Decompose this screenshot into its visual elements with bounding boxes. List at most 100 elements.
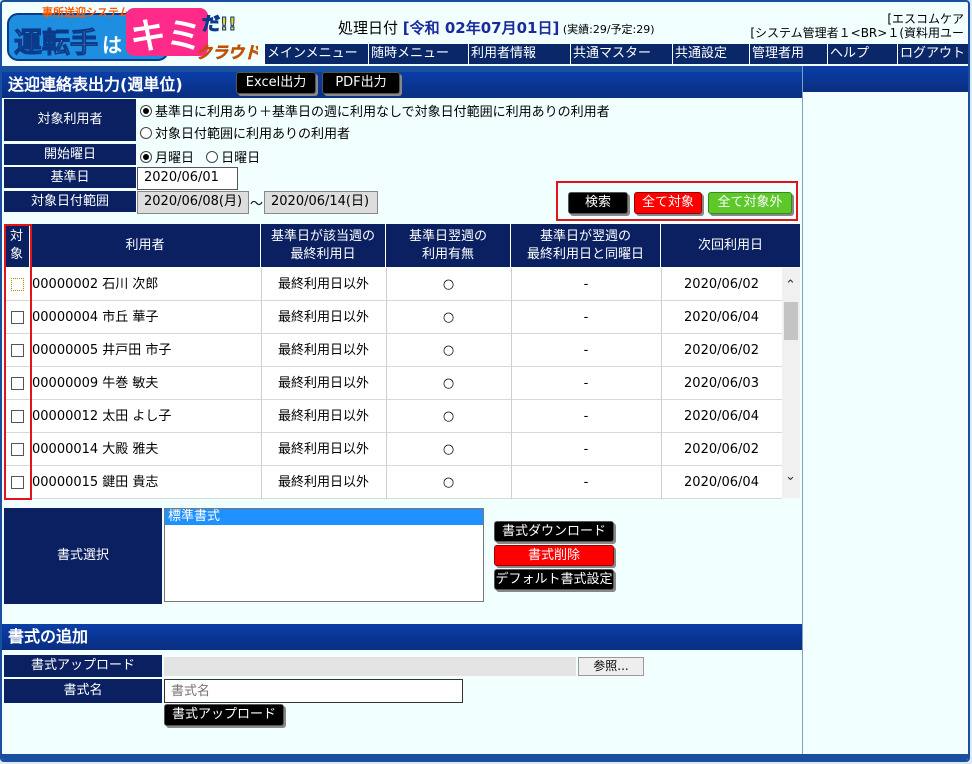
same-weekday-cell: - bbox=[583, 475, 589, 490]
radio-unchecked-icon[interactable] bbox=[140, 127, 152, 139]
last-use-cell: 最終利用日以外 bbox=[277, 442, 369, 457]
footer-bar bbox=[2, 754, 968, 760]
svg-text:キミ: キミ bbox=[130, 16, 202, 57]
same-weekday-cell: - bbox=[583, 409, 589, 424]
user-name-cell: 00000005 井戸田 市子 bbox=[32, 343, 172, 358]
next-week-cell: ○ bbox=[442, 442, 455, 457]
target-user-label: 対象利用者 bbox=[4, 99, 136, 141]
table-row: 00000002 石川 次郎 最終利用日以外 ○ - 2020/06/02 bbox=[4, 268, 782, 301]
next-week-cell: ○ bbox=[442, 409, 455, 424]
section-title-add-format: 書式の追加 bbox=[2, 624, 802, 650]
user-name-cell: 00000012 太田 よし子 bbox=[32, 409, 172, 424]
start-weekday-label: 開始曜日 bbox=[4, 144, 136, 165]
table-row: 00000009 牛巻 敏夫 最終利用日以外 ○ - 2020/06/03 bbox=[4, 367, 782, 400]
checkbox-column-highlight bbox=[4, 224, 32, 500]
next-week-cell: ○ bbox=[442, 277, 455, 292]
menu-help[interactable]: ヘルプ bbox=[827, 44, 897, 64]
format-upload-label: 書式アップロード bbox=[4, 655, 162, 677]
svg-text:運転手: 運転手 bbox=[14, 26, 98, 59]
main-menu: メインメニュー 随時メニュー 利用者情報 共通マスター 共通設定 管理者用 ヘル… bbox=[264, 44, 968, 64]
range-separator: 〜 bbox=[250, 197, 264, 212]
next-date-cell: 2020/06/03 bbox=[684, 376, 759, 391]
weekday-monday[interactable]: 月曜日 bbox=[140, 151, 194, 166]
user-name-cell: 00000015 鍵田 貴志 bbox=[32, 475, 159, 490]
user-info: [エスコムケア [システム管理者１<BR>１(資料用ユー bbox=[750, 12, 964, 40]
user-name: [システム管理者１<BR>１(資料用ユー bbox=[750, 26, 964, 40]
next-week-cell: ○ bbox=[442, 475, 455, 490]
next-date-cell: 2020/06/02 bbox=[684, 442, 759, 457]
last-use-cell: 最終利用日以外 bbox=[277, 277, 369, 292]
excel-output-button[interactable]: Excel出力 bbox=[236, 72, 316, 94]
menu-user-info[interactable]: 利用者情報 bbox=[468, 44, 570, 64]
select-all-button[interactable]: 全て対象 bbox=[634, 192, 702, 214]
weekday-options: 月曜日 日曜日 bbox=[140, 147, 260, 166]
table-row: 00000012 太田 よし子 最終利用日以外 ○ - 2020/06/04 bbox=[4, 400, 782, 433]
base-date-label: 基準日 bbox=[4, 167, 136, 188]
menu-logout[interactable]: ログアウト bbox=[897, 44, 968, 64]
col-user: 利用者 bbox=[30, 224, 261, 267]
user-name-cell: 00000014 大殿 雅夫 bbox=[32, 442, 159, 457]
format-select-label: 書式選択 bbox=[4, 508, 162, 604]
table-row: 00000014 大殿 雅夫 最終利用日以外 ○ - 2020/06/02 bbox=[4, 433, 782, 466]
app-logo: 事所送迎システム 運転手 は キミ だ!! クラウド bbox=[6, 4, 261, 64]
format-option-standard[interactable]: 標準書式 bbox=[165, 509, 483, 525]
menu-adhoc[interactable]: 随時メニュー bbox=[368, 44, 468, 64]
table-row: 00000005 井戸田 市子 最終利用日以外 ○ - 2020/06/02 bbox=[4, 334, 782, 367]
svg-text:だ!!: だ!! bbox=[202, 14, 236, 35]
last-use-cell: 最終利用日以外 bbox=[277, 409, 369, 424]
range-to-field: 2020/06/14(日) bbox=[264, 191, 378, 214]
radio-checked-icon[interactable] bbox=[140, 151, 152, 163]
deselect-all-button[interactable]: 全て対象外 bbox=[708, 192, 792, 214]
default-format-button[interactable]: デフォルト書式設定 bbox=[494, 569, 614, 590]
svg-text:は: は bbox=[102, 33, 122, 57]
next-week-cell: ○ bbox=[442, 310, 455, 325]
col-next-week: 基準日翌週の 利用有無 bbox=[386, 224, 511, 267]
scroll-down-icon[interactable]: ⌄ bbox=[785, 469, 796, 484]
col-last-use: 基準日が該当週の 最終利用日 bbox=[261, 224, 386, 267]
base-date-input[interactable]: 2020/06/01 bbox=[137, 167, 238, 190]
radio-unchecked-icon[interactable] bbox=[206, 151, 219, 163]
browse-button[interactable]: 参照... bbox=[578, 657, 644, 676]
pdf-output-button[interactable]: PDF出力 bbox=[322, 72, 400, 94]
file-path-field[interactable] bbox=[164, 657, 576, 676]
same-weekday-cell: - bbox=[583, 310, 589, 325]
search-button[interactable]: 検索 bbox=[568, 192, 628, 214]
same-weekday-cell: - bbox=[583, 343, 589, 358]
next-date-cell: 2020/06/02 bbox=[684, 343, 759, 358]
menu-common-settings[interactable]: 共通設定 bbox=[672, 44, 749, 64]
table-row: 00000004 市丘 華子 最終利用日以外 ○ - 2020/06/04 bbox=[4, 301, 782, 334]
weekday-sunday[interactable]: 日曜日 bbox=[206, 151, 260, 166]
last-use-cell: 最終利用日以外 bbox=[277, 475, 369, 490]
target-option-2[interactable]: 対象日付範囲に利用ありの利用者 bbox=[140, 123, 350, 142]
table-scrollbar[interactable]: ⌃ ⌄ bbox=[782, 268, 800, 498]
format-listbox[interactable]: 標準書式 bbox=[164, 508, 484, 602]
user-name-cell: 00000002 石川 次郎 bbox=[32, 277, 159, 292]
format-delete-button[interactable]: 書式削除 bbox=[494, 545, 614, 566]
company-name: [エスコムケア bbox=[887, 12, 964, 26]
target-option-1[interactable]: 基準日に利用あり＋基準日の週に利用なしで対象日付範囲に利用ありの利用者 bbox=[140, 101, 610, 120]
next-date-cell: 2020/06/04 bbox=[684, 310, 759, 325]
svg-text:クラウド: クラウド bbox=[196, 43, 258, 62]
format-name-input[interactable] bbox=[164, 679, 463, 703]
radio-checked-icon[interactable] bbox=[140, 105, 152, 117]
next-date-cell: 2020/06/04 bbox=[684, 475, 759, 490]
table-row: 00000015 鍵田 貴志 最終利用日以外 ○ - 2020/06/04 bbox=[4, 466, 782, 499]
svg-text:事所送迎システム: 事所送迎システム bbox=[42, 5, 130, 19]
date-range-label: 対象日付範囲 bbox=[4, 191, 136, 212]
menu-main[interactable]: メインメニュー bbox=[264, 44, 368, 64]
scroll-up-icon[interactable]: ⌃ bbox=[785, 278, 796, 293]
format-upload-button[interactable]: 書式アップロード bbox=[164, 704, 284, 726]
scroll-thumb[interactable] bbox=[784, 302, 798, 340]
menu-common-master[interactable]: 共通マスター bbox=[570, 44, 672, 64]
format-download-button[interactable]: 書式ダウンロード bbox=[494, 521, 614, 542]
next-date-cell: 2020/06/02 bbox=[684, 277, 759, 292]
app-window: 事所送迎システム 運転手 は キミ だ!! クラウド 処理日付 [令和 02年0… bbox=[0, 0, 970, 762]
same-weekday-cell: - bbox=[583, 442, 589, 457]
last-use-cell: 最終利用日以外 bbox=[277, 343, 369, 358]
user-name-cell: 00000004 市丘 華子 bbox=[32, 310, 159, 325]
next-date-cell: 2020/06/04 bbox=[684, 409, 759, 424]
menu-admin[interactable]: 管理者用 bbox=[749, 44, 827, 64]
range-from-field: 2020/06/08(月) bbox=[137, 191, 249, 214]
same-weekday-cell: - bbox=[583, 277, 589, 292]
format-name-label: 書式名 bbox=[4, 679, 162, 703]
